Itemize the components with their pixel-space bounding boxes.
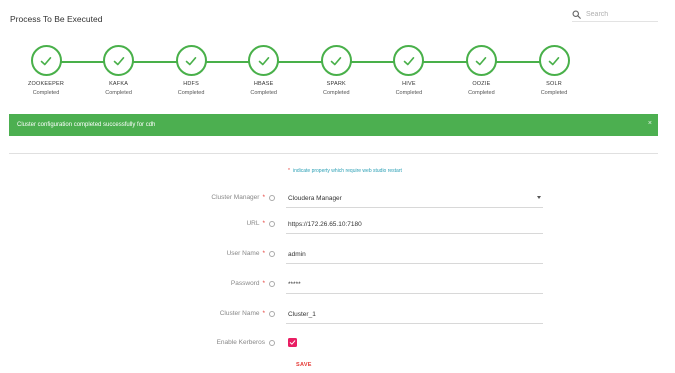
step-oozie: OOZIE Completed	[446, 44, 516, 96]
restart-note: * indicate property which require web stu…	[288, 168, 402, 174]
info-icon[interactable]	[269, 310, 275, 317]
step-hbase: HBASE Completed	[229, 44, 299, 96]
required-star: *	[262, 310, 265, 317]
step-kafka: KAFKA Completed	[84, 44, 154, 96]
password-input[interactable]	[288, 281, 541, 288]
url-field-wrap	[286, 216, 543, 234]
step-zookeeper: ZOOKEEPER Completed	[11, 44, 81, 96]
step-status: Completed	[250, 89, 277, 96]
step-circle	[320, 45, 352, 76]
save-button[interactable]: SAVE	[296, 362, 312, 368]
row-enable-kerberos: Enable Kerberos	[0, 338, 675, 358]
step-name: SOLR	[546, 81, 562, 87]
step-status: Completed	[395, 89, 423, 96]
select-value: Cloudera Manager	[288, 195, 342, 202]
check-icon	[40, 56, 52, 65]
step-circle	[465, 45, 497, 76]
check-icon	[548, 56, 560, 65]
page-title: Process To Be Executed	[10, 14, 103, 24]
url-label: URL *	[246, 220, 275, 227]
step-status: Completed	[32, 89, 60, 96]
check-icon	[403, 56, 415, 65]
cluster-name-field-wrap	[286, 306, 543, 324]
step-circle	[30, 45, 62, 76]
user-name-label: User Name *	[227, 250, 275, 257]
step-name: SPARK	[326, 81, 346, 87]
banner-message: Cluster configuration completed successf…	[17, 122, 156, 128]
user-name-input[interactable]	[288, 251, 541, 258]
info-icon[interactable]	[269, 194, 275, 201]
chevron-down-icon	[537, 196, 541, 199]
step-circle	[175, 45, 207, 76]
success-banner: Cluster configuration completed successf…	[9, 114, 658, 136]
check-icon	[185, 56, 197, 65]
check-icon	[476, 56, 487, 65]
step-name: OOZIE	[472, 81, 491, 87]
check-icon	[330, 56, 342, 65]
note-text: indicate property which require web stud…	[292, 168, 402, 174]
step-status: Completed	[177, 89, 205, 96]
step-circle	[538, 45, 570, 76]
label-text: Cluster Manager	[211, 194, 260, 201]
step-name: HIVE	[402, 81, 416, 87]
enable-kerberos-checkbox[interactable]	[288, 338, 297, 347]
step-name: ZOOKEEPER	[27, 81, 65, 87]
step-status: Completed	[105, 89, 132, 96]
step-spark: SPARK Completed	[301, 44, 371, 96]
search-icon	[572, 10, 581, 19]
label-text: URL	[246, 220, 260, 227]
row-url: URL *	[0, 216, 675, 236]
user-name-field-wrap	[286, 246, 543, 264]
step-name: HBASE	[253, 81, 274, 87]
step-circle	[248, 45, 280, 76]
search-input[interactable]	[586, 11, 656, 18]
step-status: Completed	[322, 89, 350, 96]
required-star: *	[262, 194, 265, 201]
cluster-name-input[interactable]	[288, 311, 541, 318]
label-text: Cluster Name	[219, 310, 260, 317]
row-cluster-manager: Cluster Manager * Cloudera Manager	[0, 190, 675, 210]
info-icon[interactable]	[269, 339, 275, 346]
cluster-manager-select[interactable]: Cloudera Manager	[286, 190, 543, 208]
required-star: *	[262, 280, 265, 287]
step-circle	[393, 45, 425, 76]
step-hdfs: HDFS Completed	[156, 44, 226, 96]
label-text: User Name	[226, 250, 260, 257]
check-icon	[113, 56, 124, 65]
cluster-name-label: Cluster Name *	[220, 310, 275, 317]
row-password: Password *	[0, 276, 675, 296]
divider	[9, 153, 658, 154]
info-icon[interactable]	[269, 220, 275, 227]
step-status: Completed	[468, 89, 495, 96]
step-circle	[103, 45, 135, 76]
label-text: Password	[230, 280, 260, 287]
info-icon[interactable]	[269, 280, 275, 287]
password-label: Password *	[231, 280, 275, 287]
check-icon	[258, 56, 269, 65]
step-status: Completed	[540, 89, 568, 96]
required-star: *	[262, 250, 265, 257]
close-icon[interactable]: ×	[648, 120, 652, 127]
required-star: *	[262, 220, 265, 227]
step-solr: SOLR Completed	[519, 44, 589, 96]
label-text: Enable Kerberos	[216, 339, 265, 346]
search-box[interactable]	[572, 8, 658, 22]
info-icon[interactable]	[269, 250, 275, 257]
url-input[interactable]	[288, 221, 541, 228]
row-user-name: User Name *	[0, 246, 675, 266]
row-cluster-name: Cluster Name *	[0, 306, 675, 326]
process-stepper: ZOOKEEPER Completed KAFKA Completed HDFS…	[0, 44, 675, 110]
step-name: HDFS	[183, 81, 199, 87]
step-name: KAFKA	[109, 81, 129, 87]
check-icon	[289, 340, 296, 345]
step-hive: HIVE Completed	[374, 44, 444, 96]
required-star: *	[288, 168, 290, 174]
enable-kerberos-label: Enable Kerberos	[217, 339, 275, 346]
password-field-wrap	[286, 276, 543, 294]
cluster-manager-label: Cluster Manager *	[211, 194, 275, 201]
